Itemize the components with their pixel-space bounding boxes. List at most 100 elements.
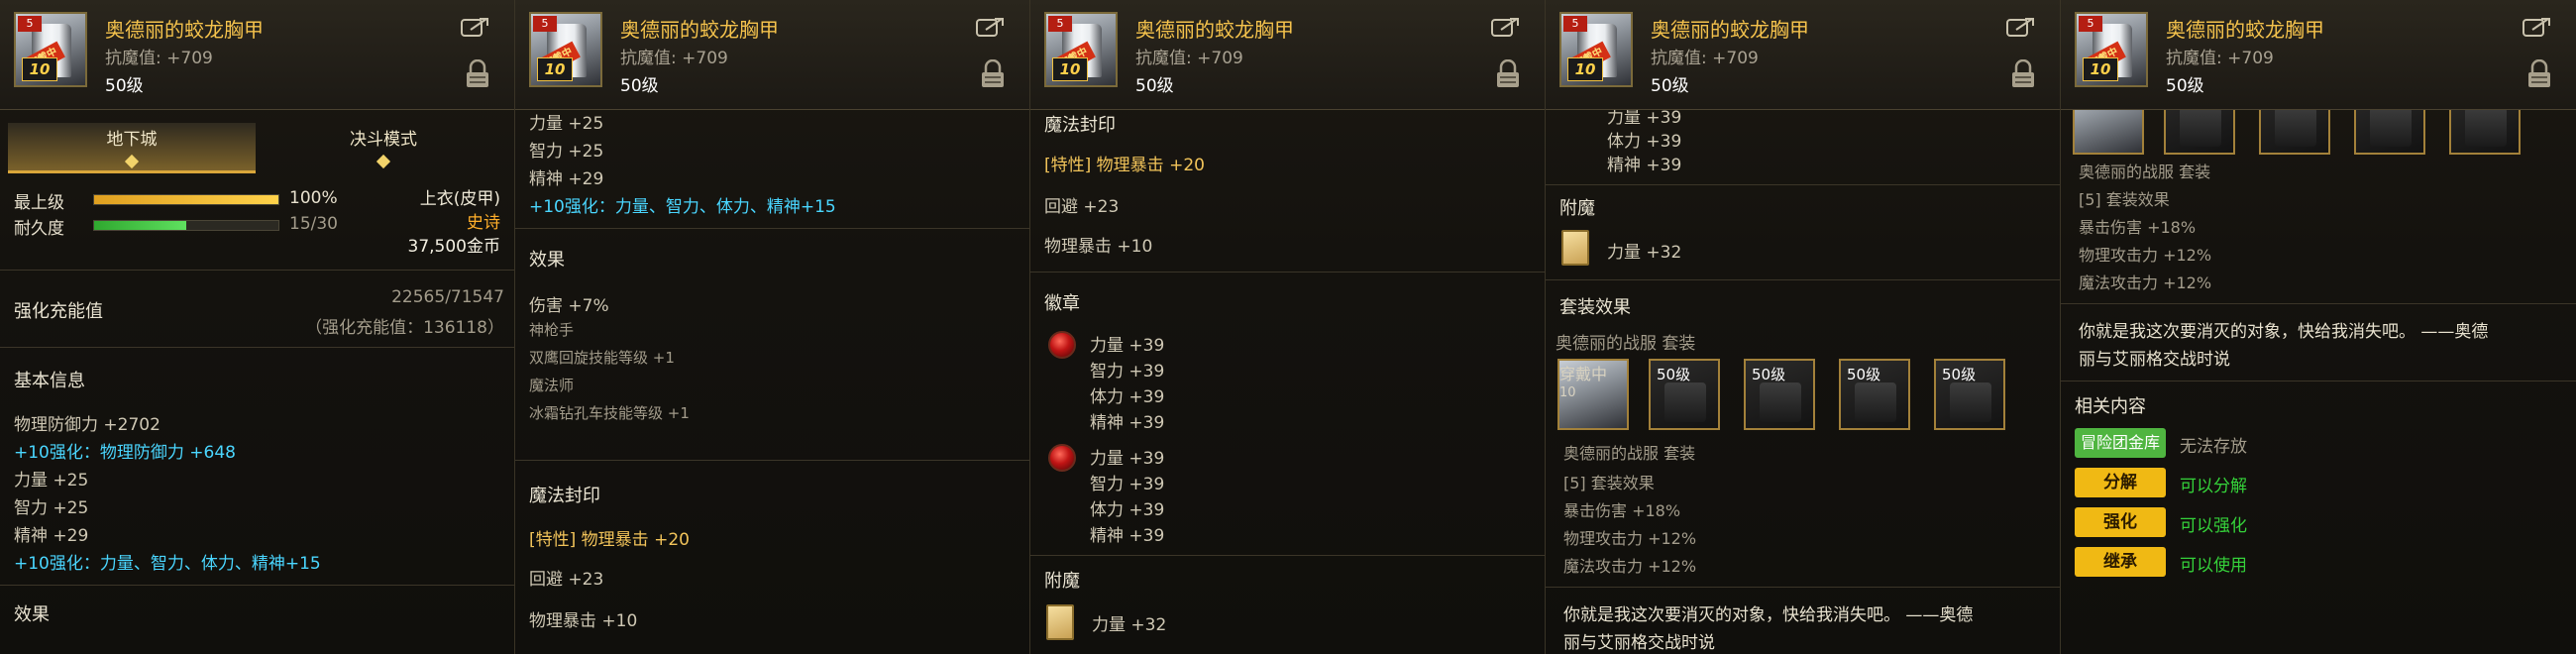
stat-line: 物理防御力 +2702 [14,415,161,435]
enchant-title: 附魔 [1044,571,1080,592]
tab-duel[interactable]: 决斗模式 [260,123,507,170]
enhance-badge: 10 [1559,385,1576,400]
flavor-quote: 你就是我这次要消灭的对象，快给我消失吧。 ——奥德 [2079,322,2489,342]
split-status: 可以分解 [2180,477,2247,496]
enhance-button[interactable]: 强化 [2075,507,2166,537]
badge-level: 5 [1048,16,1072,32]
set-effect-title: 套装效果 [1559,297,1631,318]
item-resist: 抗魔值: +709 [1135,49,1243,68]
effect-title: 效果 [14,604,50,625]
red-emblem-icon[interactable] [1048,444,1076,472]
item-tooltip-panel-4: 力量 +39 体力 +39 精神 +39 5 穿戴中 10 奥德丽的蛟龙胸甲 抗… [1546,0,2061,654]
set-line: 暴击伤害 +18% [1563,501,1681,520]
set-line: [5] 套装效果 [2079,190,2170,209]
crit-line: 物理暴击 +10 [529,611,638,631]
enhance-status: 可以强化 [2180,516,2247,536]
set-slot-belt[interactable]: 50级 [1744,359,1815,430]
tooltip-header: 5 穿戴中 10 奥德丽的蛟龙胸甲 抗魔值: +709 50级 [2061,0,2576,110]
price: 37,500金币 [407,237,500,257]
item-icon[interactable]: 5 穿戴中 10 [14,12,87,87]
item-level: 50级 [1135,76,1174,96]
lock-icon[interactable] [465,59,490,89]
lock-icon[interactable] [2526,59,2552,89]
effect-line: 伤害 +7% [529,296,609,316]
item-tooltip-panel-5: 5 穿戴中 10 奥德丽的蛟龙胸甲 抗魔值: +709 50级 奥德丽的战服 套… [2061,0,2576,654]
split-button[interactable]: 分解 [2075,468,2166,497]
item-level: 50级 [2166,76,2204,96]
share-icon[interactable] [976,16,1006,38]
slot-level: 50级 [1847,366,1881,383]
item-level: 50级 [105,76,144,96]
effect-line: 双鹰回旋技能等级 +1 [529,349,675,367]
tooltip-header: 5 穿戴中 10 奥德丽的蛟龙胸甲 抗魔值: +709 50级 [1546,0,2060,110]
badge-level: 5 [18,16,42,32]
tab-dungeon[interactable]: 地下城 [8,123,256,173]
item-icon[interactable]: 5 穿戴中 10 [2075,12,2148,87]
emblem-stat: 智力 +39 [1090,362,1165,382]
set-slot-shoulder[interactable]: 50级 [1649,359,1720,430]
lock-icon[interactable] [980,59,1006,89]
item-tooltip-panel-2: 5 穿戴中 10 奥德丽的蛟龙胸甲 抗魔值: +709 50级 力量 +25 智… [515,0,1030,654]
tooltip-header: 5 穿戴中 10 奥德丽的蛟龙胸甲 抗魔值: +709 50级 [1030,0,1545,110]
stat-line: 精神 +29 [14,526,89,546]
related-title: 相关内容 [2075,396,2146,417]
badge-level: 5 [2079,16,2102,32]
item-icon[interactable]: 5 穿戴中 10 [1044,12,1118,87]
seal-line: [特性] 物理暴击 +20 [1044,156,1205,175]
emblem-stat: 力量 +39 [1090,449,1165,469]
stat-line: +10强化：力量、智力、体力、精神+15 [529,197,836,217]
stat-line: 力量 +25 [14,471,89,490]
stat-line: 智力 +25 [529,142,604,162]
tab-dungeon-label: 地下城 [106,130,158,150]
inherit-button[interactable]: 继承 [2075,547,2166,577]
durability-value: 15/30 [289,214,338,234]
enhance-badge: 10 [1567,57,1603,81]
enchant-line: 力量 +32 [1092,615,1167,635]
item-icon[interactable]: 5 穿戴中 10 [1559,12,1633,87]
tab-marker-icon [124,154,140,169]
emblem-stat: 精神 +39 [1090,413,1165,433]
item-icon[interactable]: 5 穿戴中 10 [529,12,602,87]
set-slot-top[interactable]: 穿戴中 10 [1557,359,1629,430]
set-line: 魔法攻击力 +12% [2079,273,2212,292]
item-tooltip-panel-3: 5 穿戴中 10 奥德丽的蛟龙胸甲 抗魔值: +709 50级 魔法封印 [特性… [1030,0,1546,654]
equip-slot: 上衣(皮甲) [419,189,500,209]
enchant-card-icon[interactable] [1561,230,1589,266]
slot-level: 50级 [1657,366,1691,383]
set-line: [5] 套装效果 [1563,474,1655,492]
enchant-line: 力量 +32 [1607,243,1682,263]
flavor-quote: 丽与艾丽格交战时说 [2079,350,2230,370]
enchant-title: 附魔 [1559,198,1595,219]
enchant-card-icon[interactable] [1046,604,1074,640]
share-icon[interactable] [2522,16,2552,38]
set-name: 奥德丽的战服 套装 [1563,444,1696,463]
item-name: 奥德丽的蛟龙胸甲 [620,18,779,42]
mode-tabs: 地下城 决斗模式 [0,123,514,173]
emblem-stat: 精神 +39 [1607,156,1682,175]
item-name: 奥德丽的蛟龙胸甲 [105,18,264,42]
set-line: 暴击伤害 +18% [2079,218,2197,237]
stat-line: 智力 +25 [14,498,89,518]
item-name: 奥德丽的蛟龙胸甲 [1651,18,1809,42]
set-line: 物理攻击力 +12% [2079,246,2212,265]
charge-sub: （强化充能值：136118） [305,318,504,338]
durability-label: 耐久度 [14,219,64,239]
share-icon[interactable] [1491,16,1521,38]
red-emblem-icon[interactable] [1048,331,1076,359]
stat-line: 精神 +29 [529,169,604,189]
set-slot-shoes[interactable]: 50级 [1934,359,2005,430]
stat-line: +10强化：物理防御力 +648 [14,443,236,463]
share-icon[interactable] [2006,16,2036,38]
storage-button[interactable]: 冒险团金库 [2075,428,2166,458]
set-slot-pants[interactable]: 50级 [1839,359,1910,430]
rarity: 史诗 [467,213,500,233]
enhance-badge: 10 [2083,57,2118,81]
lock-icon[interactable] [2010,59,2036,89]
lock-icon[interactable] [1495,59,1521,89]
item-resist: 抗魔值: +709 [2166,49,2274,68]
share-icon[interactable] [461,16,490,38]
stat-line: +10强化：力量、智力、体力、精神+15 [14,554,321,574]
emblem-stat: 体力 +39 [1607,132,1682,152]
enhance-badge: 10 [537,57,573,81]
set-line: 魔法攻击力 +12% [1563,557,1697,576]
